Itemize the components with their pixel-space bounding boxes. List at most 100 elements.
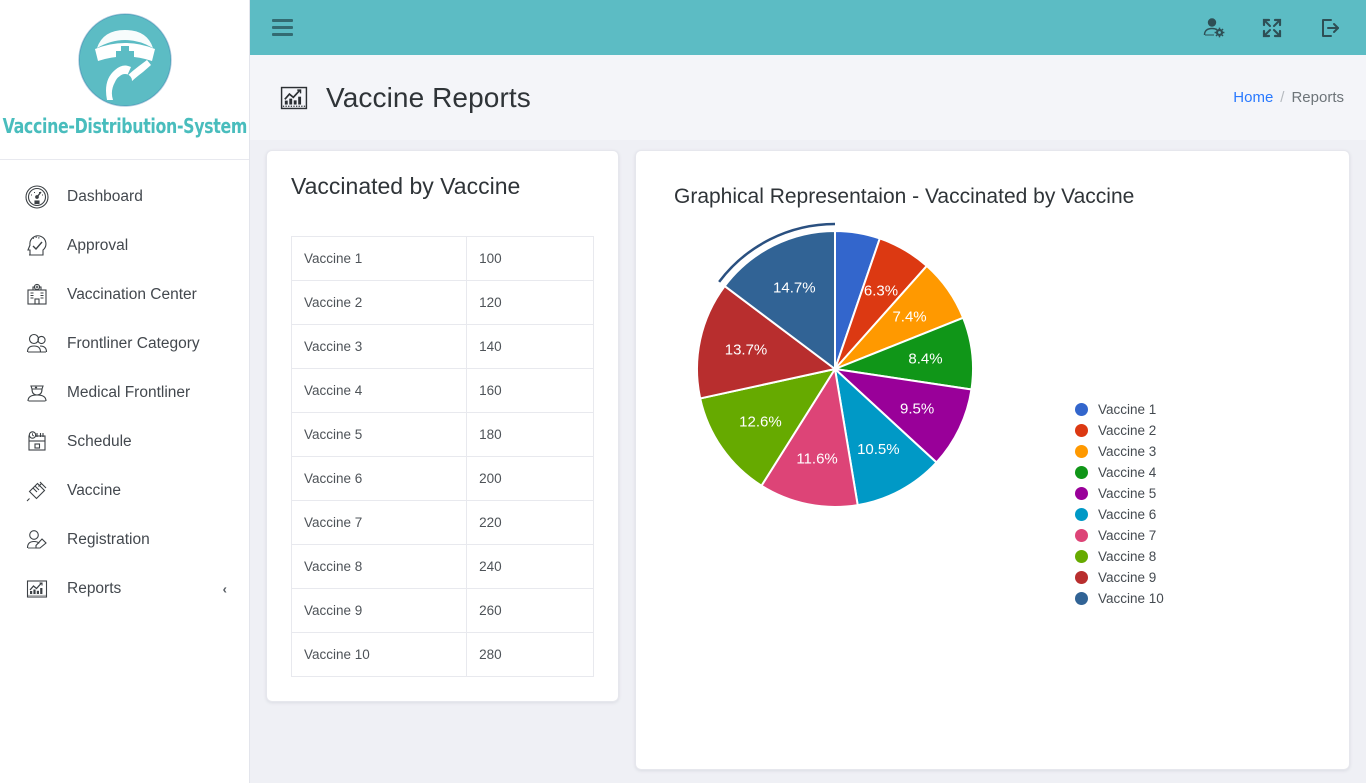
sidebar-item-dashboard[interactable]: Dashboard bbox=[0, 172, 249, 221]
vaccine-name-cell: Vaccine 10 bbox=[290, 632, 468, 677]
legend-color-swatch bbox=[1075, 508, 1088, 521]
vaccinated-count-cell: 280 bbox=[466, 632, 594, 677]
vaccine-name-cell: Vaccine 9 bbox=[290, 588, 468, 633]
table-row: Vaccine 6 200 bbox=[290, 456, 594, 501]
pie-chart-area: 6.3% 7.4% 8.4% 9.5% 10.5% 11.6% 12.6% 13.7% 14.7… bbox=[660, 209, 1325, 749]
hospital-icon bbox=[22, 280, 52, 310]
vaccine-name-cell: Vaccine 3 bbox=[290, 324, 468, 369]
sidebar-item-vaccination-center[interactable]: Vaccination Center bbox=[0, 270, 249, 319]
person-pencil-icon bbox=[22, 525, 52, 555]
chart-report-icon bbox=[276, 81, 312, 115]
legend-color-swatch bbox=[1075, 466, 1088, 479]
brand-name: Vaccine-Distribution-System bbox=[2, 114, 247, 138]
legend-item[interactable]: Vaccine 2 bbox=[1075, 420, 1164, 441]
pie-slice-label: 13.7% bbox=[725, 342, 768, 359]
chart-title: Graphical Representaion - Vaccinated by … bbox=[674, 185, 1135, 208]
nurse-vaccination-logo-icon bbox=[77, 13, 172, 107]
vaccine-name-cell: Vaccine 8 bbox=[290, 544, 468, 589]
nurse-icon bbox=[22, 378, 52, 408]
pie-slice-label: 9.5% bbox=[900, 400, 934, 417]
legend-item[interactable]: Vaccine 10 bbox=[1075, 588, 1164, 609]
legend-item[interactable]: Vaccine 3 bbox=[1075, 441, 1164, 462]
vaccine-name-cell: Vaccine 2 bbox=[290, 280, 468, 325]
hamburger-bar bbox=[272, 19, 293, 22]
sidebar-item-registration[interactable]: Registration bbox=[0, 515, 249, 564]
legend-label: Vaccine 1 bbox=[1098, 402, 1157, 417]
legend-color-swatch bbox=[1075, 529, 1088, 542]
sidebar-nav: Dashboard Approval Vaccination Center Fr… bbox=[0, 160, 249, 613]
table-row: Vaccine 8 240 bbox=[290, 544, 594, 589]
pie-chart[interactable]: 6.3% 7.4% 8.4% 9.5% 10.5% 11.6% 12.6% 13.7% 14.7… bbox=[690, 219, 980, 519]
legend-item[interactable]: Vaccine 9 bbox=[1075, 567, 1164, 588]
pie-slice-label: 6.3% bbox=[864, 282, 898, 299]
sidebar-item-label: Dashboard bbox=[67, 187, 143, 205]
chart-legend: Vaccine 1 Vaccine 2 Vaccine 3 Vaccine 4 Vacc… bbox=[1075, 399, 1164, 609]
hamburger-menu-icon[interactable] bbox=[272, 15, 298, 41]
legend-item[interactable]: Vaccine 5 bbox=[1075, 483, 1164, 504]
sidebar-item-approval[interactable]: Approval bbox=[0, 221, 249, 270]
vaccine-name-cell: Vaccine 7 bbox=[290, 500, 468, 545]
chevron-left-icon[interactable]: ‹ bbox=[223, 582, 227, 595]
sidebar-item-label: Vaccination Center bbox=[67, 285, 197, 303]
table-row: Vaccine 1 100 bbox=[290, 236, 594, 281]
legend-color-swatch bbox=[1075, 403, 1088, 416]
sidebar-item-vaccine[interactable]: Vaccine bbox=[0, 466, 249, 515]
sidebar-item-label: Registration bbox=[67, 530, 150, 548]
breadcrumb-home-link[interactable]: Home bbox=[1233, 89, 1273, 106]
user-settings-button[interactable] bbox=[1200, 14, 1228, 42]
vaccinated-count-cell: 120 bbox=[466, 280, 594, 325]
vaccinated-count-cell: 180 bbox=[466, 412, 594, 457]
topbar-actions bbox=[1200, 14, 1344, 42]
speedometer-icon bbox=[22, 182, 52, 212]
sidebar-item-schedule[interactable]: Schedule bbox=[0, 417, 249, 466]
legend-label: Vaccine 8 bbox=[1098, 549, 1157, 564]
legend-label: Vaccine 9 bbox=[1098, 570, 1157, 585]
sidebar-item-frontliner-category[interactable]: Frontliner Category bbox=[0, 319, 249, 368]
pie-slice-label: 10.5% bbox=[857, 441, 900, 458]
legend-label: Vaccine 6 bbox=[1098, 507, 1157, 522]
vaccinated-count-cell: 140 bbox=[466, 324, 594, 369]
logout-button[interactable] bbox=[1316, 14, 1344, 42]
sidebar-item-medical-frontliner[interactable]: Medical Frontliner bbox=[0, 368, 249, 417]
brand-header[interactable]: Vaccine-Distribution-System bbox=[0, 0, 249, 160]
vaccine-name-cell: Vaccine 1 bbox=[290, 236, 468, 281]
legend-label: Vaccine 5 bbox=[1098, 486, 1157, 501]
legend-item[interactable]: Vaccine 6 bbox=[1075, 504, 1164, 525]
chart-report-icon bbox=[22, 574, 52, 604]
sidebar-item-reports[interactable]: Reports ‹ bbox=[0, 564, 249, 613]
pie-slice-label: 14.7% bbox=[773, 280, 816, 297]
pie-slice-label: 11.6% bbox=[796, 450, 837, 467]
breadcrumb-current: Reports bbox=[1291, 89, 1344, 106]
legend-item[interactable]: Vaccine 1 bbox=[1075, 399, 1164, 420]
vaccinated-by-vaccine-table: Vaccine 1 100 Vaccine 2 120 Vaccine 3 140 Vacc… bbox=[290, 236, 594, 677]
table-row: Vaccine 10 280 bbox=[290, 632, 594, 677]
vaccinated-count-cell: 240 bbox=[466, 544, 594, 589]
legend-color-swatch bbox=[1075, 592, 1088, 605]
breadcrumb-separator: / bbox=[1280, 89, 1285, 106]
table-row: Vaccine 9 260 bbox=[290, 588, 594, 633]
legend-label: Vaccine 10 bbox=[1098, 591, 1164, 606]
legend-item[interactable]: Vaccine 4 bbox=[1075, 462, 1164, 483]
vaccine-name-cell: Vaccine 4 bbox=[290, 368, 468, 413]
sidebar-item-label: Vaccine bbox=[67, 481, 121, 499]
legend-color-swatch bbox=[1075, 571, 1088, 584]
page-title: Vaccine Reports bbox=[326, 81, 531, 113]
legend-color-swatch bbox=[1075, 445, 1088, 458]
vaccinated-count-cell: 220 bbox=[466, 500, 594, 545]
app-root: Vaccine-Distribution-System Dashboard Ap… bbox=[0, 0, 1366, 783]
sidebar-item-label: Medical Frontliner bbox=[67, 383, 191, 401]
page-header: Vaccine Reports Home / Reports bbox=[250, 55, 1366, 140]
sidebar-item-label: Approval bbox=[67, 236, 129, 254]
legend-color-swatch bbox=[1075, 487, 1088, 500]
legend-item[interactable]: Vaccine 8 bbox=[1075, 546, 1164, 567]
head-check-icon bbox=[22, 231, 52, 261]
legend-item[interactable]: Vaccine 7 bbox=[1075, 525, 1164, 546]
table-row: Vaccine 5 180 bbox=[290, 412, 594, 457]
hamburger-bar bbox=[272, 33, 293, 36]
sidebar-item-label: Frontliner Category bbox=[67, 334, 200, 352]
legend-color-swatch bbox=[1075, 424, 1088, 437]
card-title: Vaccinated by Vaccine bbox=[291, 173, 521, 199]
breadcrumb: Home / Reports bbox=[1233, 89, 1344, 106]
fullscreen-button[interactable] bbox=[1258, 14, 1286, 42]
table-row: Vaccine 4 160 bbox=[290, 368, 594, 413]
